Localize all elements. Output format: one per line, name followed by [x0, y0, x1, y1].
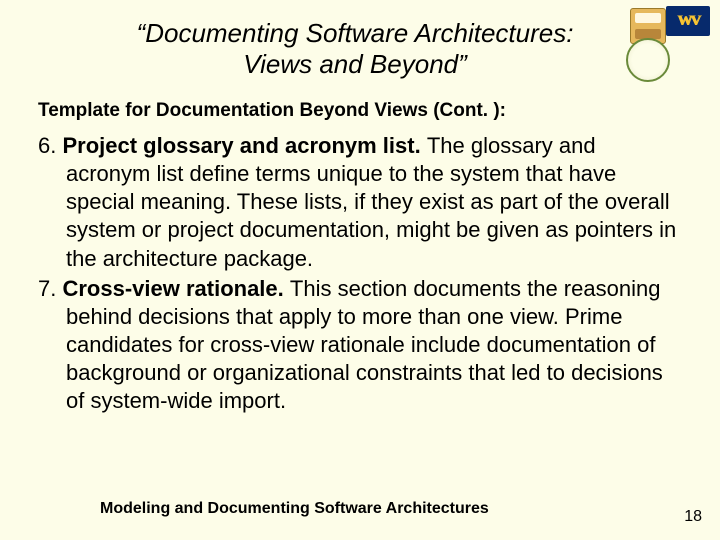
slide: WV “Documenting Software Architectures: …	[0, 0, 720, 540]
university-emblem-icon	[624, 8, 672, 82]
list-item: 7. Cross-view rationale. This section do…	[38, 275, 678, 416]
slide-title: “Documenting Software Architectures: Vie…	[120, 18, 590, 79]
item-lead: Project glossary and acronym list.	[62, 133, 426, 158]
wv-logo-icon: WV	[666, 6, 710, 36]
item-number: 7.	[38, 276, 62, 301]
slide-subtitle: Template for Documentation Beyond Views …	[38, 100, 506, 122]
wv-logo-text: WV	[677, 13, 699, 30]
footer-text: Modeling and Documenting Software Archit…	[100, 500, 489, 518]
list-item: 6. Project glossary and acronym list. Th…	[38, 132, 678, 273]
logo-cluster: WV	[624, 6, 710, 92]
item-lead: Cross-view rationale.	[62, 276, 289, 301]
item-number: 6.	[38, 133, 62, 158]
body-text: 6. Project glossary and acronym list. Th…	[38, 132, 678, 418]
page-number: 18	[684, 508, 702, 526]
